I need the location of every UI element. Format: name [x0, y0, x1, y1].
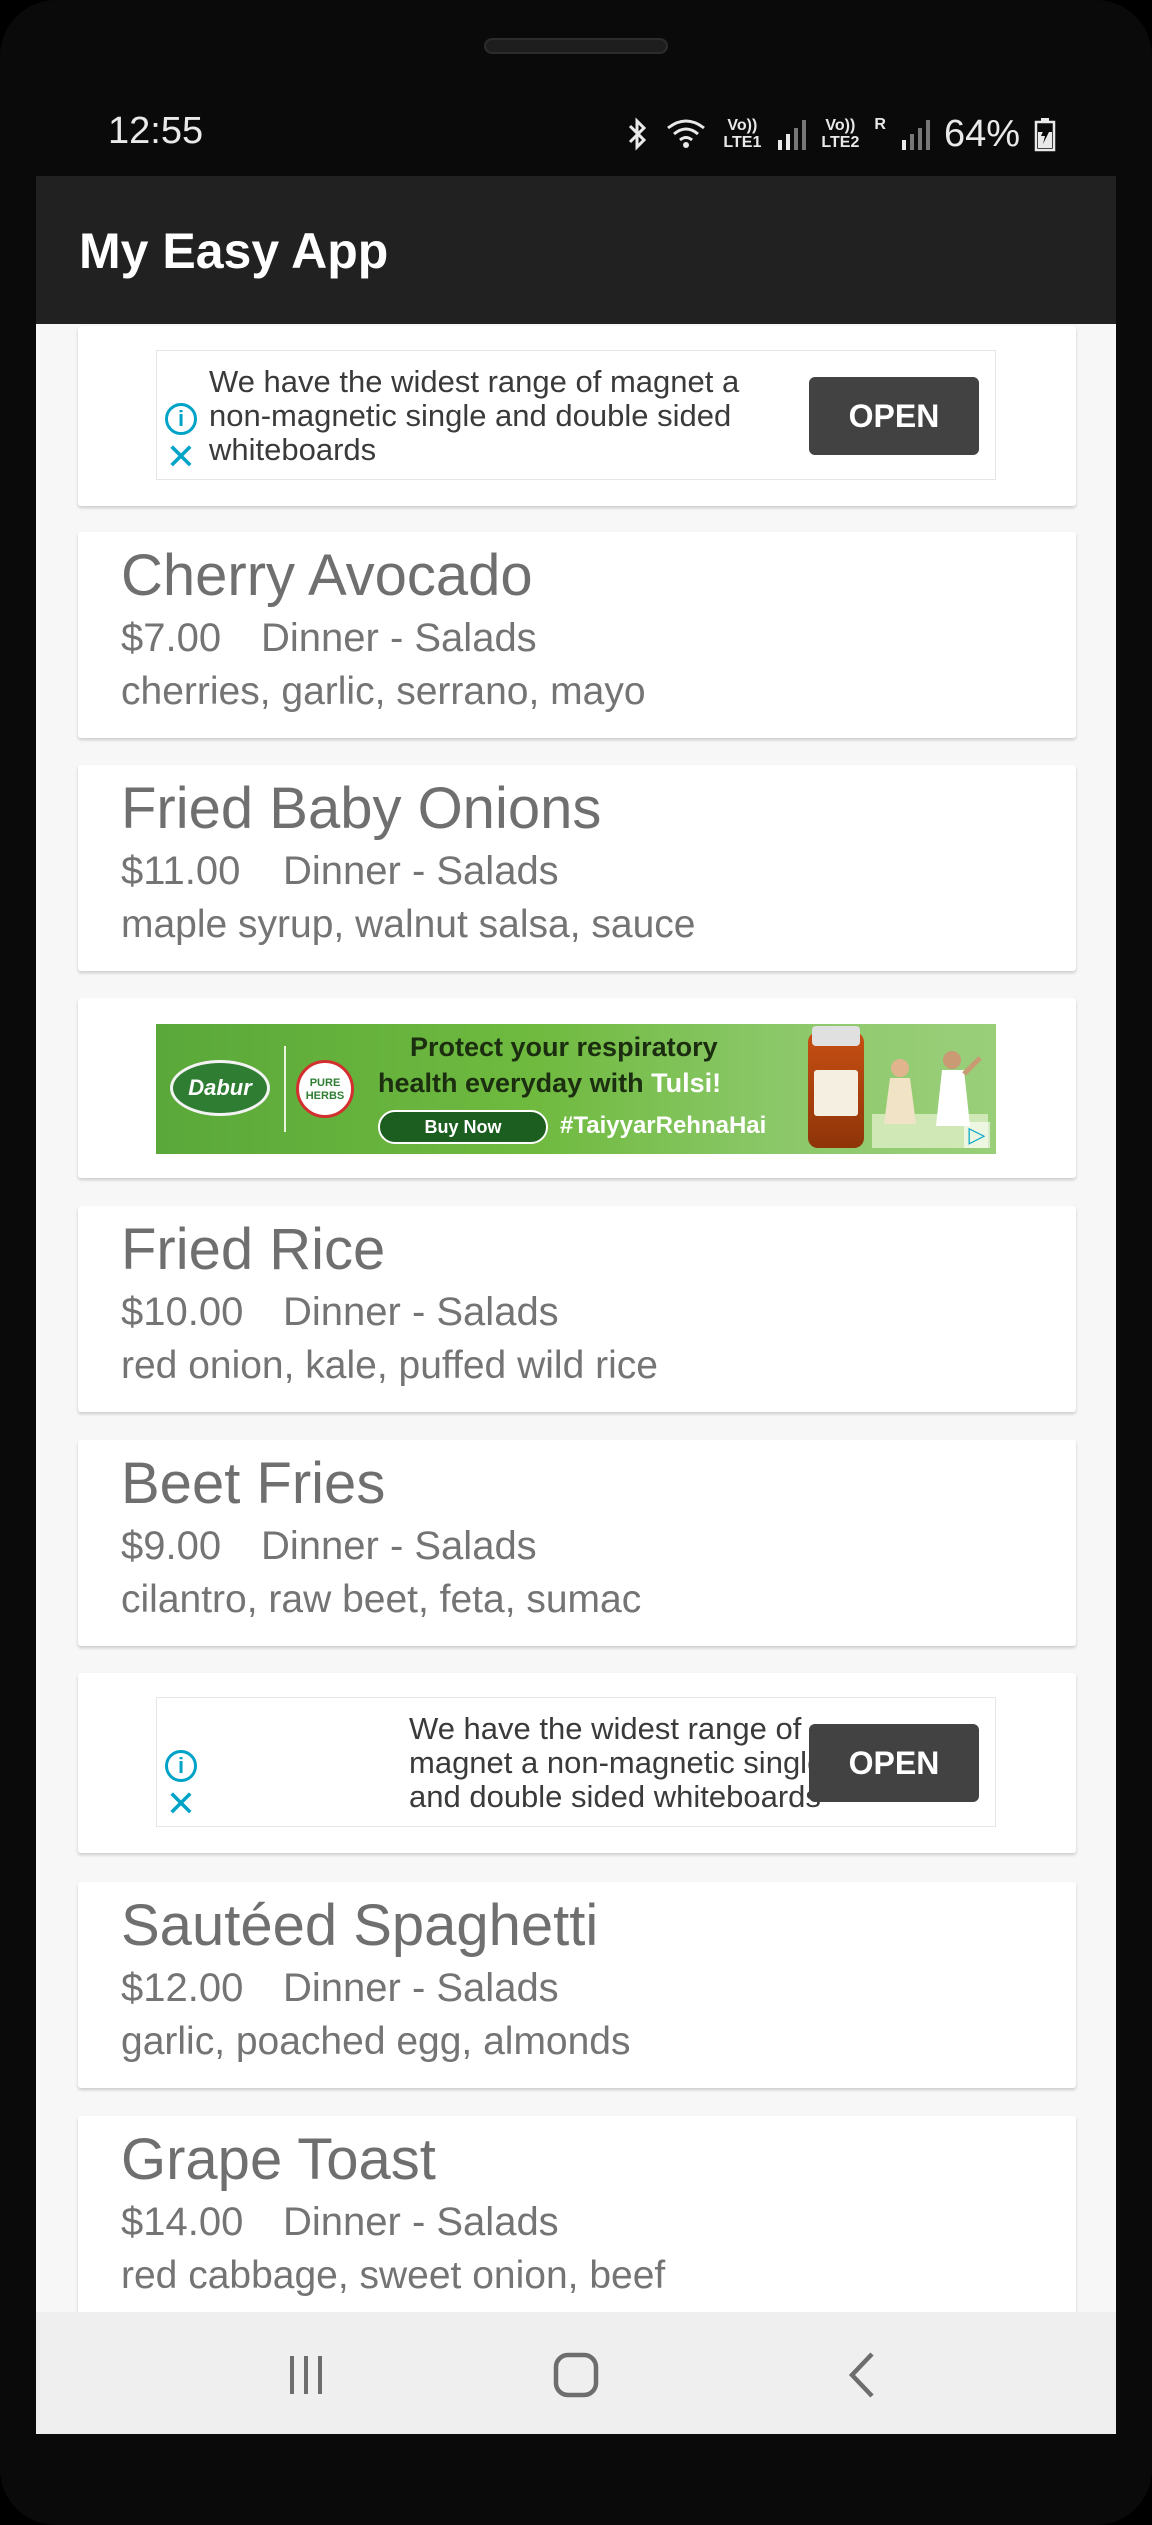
banner-subheadline-text: health everyday with	[378, 1068, 652, 1098]
banner-highlight: Tulsi!	[651, 1068, 722, 1098]
menu-item-name: Grape Toast	[121, 2127, 436, 2192]
banner-ad-card: Dabur PURE HERBS Protect your respirator…	[78, 998, 1076, 1178]
status-bar: 12:55 Vo)) LTE1 Vo)) LTE2 R 64%	[36, 96, 1116, 176]
battery-percentage: 64%	[943, 112, 1020, 155]
back-icon[interactable]	[834, 2348, 894, 2402]
sim2-label: Vo)) LTE2	[821, 117, 860, 151]
menu-item-category: Dinner - Salads	[261, 1524, 537, 1568]
menu-item-card[interactable]: Cherry Avocado $7.00 Dinner - Salads che…	[78, 532, 1076, 738]
menu-item-name: Beet Fries	[121, 1451, 386, 1516]
adchoices-icon[interactable]: ▷	[964, 1122, 990, 1148]
sim1-label: Vo)) LTE1	[723, 117, 762, 151]
banner-ad[interactable]: Dabur PURE HERBS Protect your respirator…	[156, 1024, 996, 1154]
ad-card: i ✕ We have the widest range of magnet a…	[78, 1673, 1076, 1853]
menu-item-category: Dinner - Salads	[283, 849, 559, 893]
menu-item-ingredients: garlic, poached egg, almonds	[121, 2020, 631, 2063]
menu-item-ingredients: red cabbage, sweet onion, beef	[121, 2254, 666, 2297]
menu-item-card[interactable]: Sautéed Spaghetti $12.00 Dinner - Salads…	[78, 1882, 1076, 2088]
menu-item-name: Cherry Avocado	[121, 543, 533, 608]
signal-bars-1-icon	[778, 120, 807, 150]
menu-item-price: $9.00	[121, 1524, 222, 1568]
ad-close-icon[interactable]: ✕	[165, 439, 197, 475]
earpiece-speaker	[484, 38, 668, 54]
pure-herbs-badge: PURE HERBS	[296, 1060, 354, 1118]
roaming-indicator: R	[874, 116, 886, 133]
signal-bars-2-icon	[901, 120, 930, 150]
menu-item-card[interactable]: Grape Toast $14.00 Dinner - Salads red c…	[78, 2116, 1076, 2322]
status-icons: Vo)) LTE1 Vo)) LTE2 R 64%	[626, 104, 1056, 164]
banner-subheadline: health everyday with Tulsi!	[378, 1068, 721, 1099]
status-time: 12:55	[108, 110, 204, 152]
ad-open-button[interactable]: OPEN	[809, 377, 979, 455]
menu-item-name: Fried Baby Onions	[121, 776, 602, 841]
menu-item-card[interactable]: Beet Fries $9.00 Dinner - Salads cilantr…	[78, 1440, 1076, 1646]
product-jar-lid	[812, 1026, 860, 1046]
buy-now-button[interactable]: Buy Now	[378, 1110, 548, 1144]
banner-hashtag: #TaiyyarRehnaHai	[560, 1112, 767, 1139]
menu-item-card[interactable]: Fried Rice $10.00 Dinner - Salads red on…	[78, 1206, 1076, 1412]
app-screen: My Easy App i ✕ We have the widest range…	[36, 176, 1116, 2434]
ad-text: We have the widest range of magnet a non…	[409, 1711, 825, 1814]
menu-item-price: $14.00	[121, 2200, 244, 2244]
bluetooth-icon	[629, 117, 647, 151]
menu-item-category: Dinner - Salads	[283, 2200, 559, 2244]
product-jar-label	[814, 1070, 858, 1116]
phone-frame: 12:55 Vo)) LTE1 Vo)) LTE2 R 64% My Easy …	[0, 0, 1152, 2525]
menu-item-ingredients: maple syrup, walnut salsa, sauce	[121, 903, 696, 946]
recents-icon[interactable]	[276, 2348, 336, 2402]
menu-item-ingredients: cherries, garlic, serrano, mayo	[121, 670, 646, 713]
menu-item-category: Dinner - Salads	[283, 1966, 559, 2010]
menu-item-card[interactable]: Fried Baby Onions $11.00 Dinner - Salads…	[78, 765, 1076, 971]
ad-close-icon[interactable]: ✕	[165, 1786, 197, 1822]
ad-info-icon[interactable]: i	[165, 1750, 197, 1782]
text-ad[interactable]: i ✕ We have the widest range of magnet a…	[156, 350, 996, 480]
menu-item-name: Sautéed Spaghetti	[121, 1893, 599, 1958]
menu-item-name: Fried Rice	[121, 1217, 386, 1282]
menu-item-price: $12.00	[121, 1966, 244, 2010]
banner-divider	[284, 1046, 286, 1132]
text-ad[interactable]: i ✕ We have the widest range of magnet a…	[156, 1697, 996, 1827]
ad-card: i ✕ We have the widest range of magnet a…	[78, 326, 1076, 506]
navigation-bar	[36, 2312, 1116, 2434]
ad-text: We have the widest range of magnet a non…	[209, 364, 740, 467]
ad-info-icon[interactable]: i	[165, 403, 197, 435]
app-title: My Easy App	[79, 223, 389, 279]
menu-item-category: Dinner - Salads	[283, 1290, 559, 1334]
wifi-icon	[667, 119, 706, 148]
app-bar: My Easy App	[36, 176, 1116, 324]
battery-charging-icon	[1034, 118, 1056, 152]
ad-open-button[interactable]: OPEN	[809, 1724, 979, 1802]
home-icon[interactable]	[546, 2348, 606, 2402]
menu-item-price: $11.00	[121, 849, 241, 893]
banner-headline: Protect your respiratory	[410, 1032, 718, 1062]
dabur-logo: Dabur	[170, 1060, 270, 1116]
menu-item-ingredients: cilantro, raw beet, feta, sumac	[121, 1578, 642, 1621]
menu-item-price: $10.00	[121, 1290, 244, 1334]
menu-item-category: Dinner - Salads	[261, 616, 537, 660]
menu-item-price: $7.00	[121, 616, 222, 660]
menu-item-ingredients: red onion, kale, puffed wild rice	[121, 1344, 658, 1387]
